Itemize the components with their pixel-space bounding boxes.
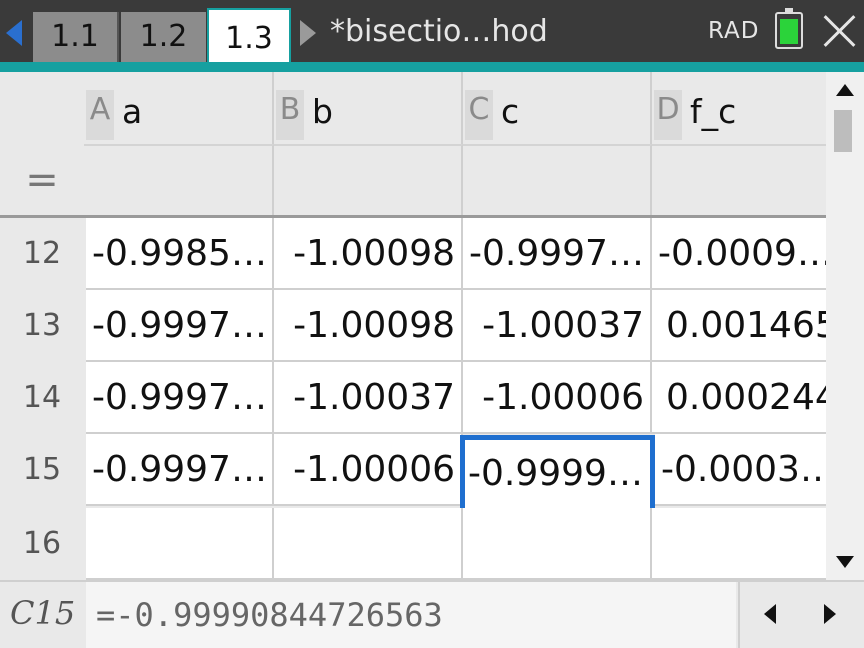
formula-cell-d[interactable] — [652, 144, 826, 217]
column-name: b — [312, 92, 333, 131]
column-header-d[interactable]: D f_c — [652, 72, 826, 144]
cell-reference: C15 — [10, 594, 76, 632]
spreadsheet-grid: A a B b C c D f_c = 12 -0.9985… -1.00098… — [0, 72, 826, 580]
cell-a16[interactable] — [86, 508, 274, 580]
cell-c13[interactable]: -1.00037 — [463, 290, 652, 362]
cell-a13[interactable]: -0.9997… — [86, 290, 274, 362]
entry-line: C15 — [0, 580, 864, 648]
column-name: f_c — [690, 92, 737, 131]
column-header-b[interactable]: B b — [274, 72, 463, 144]
row-number[interactable]: 13 — [0, 290, 84, 362]
cell-b14[interactable]: -1.00037 — [274, 362, 463, 434]
row-number[interactable]: 16 — [0, 508, 84, 580]
cell-d13[interactable]: 0.001465 — [652, 290, 826, 362]
column-letter: A — [86, 90, 114, 140]
column-letter: B — [276, 90, 304, 140]
formula-cell-a[interactable] — [84, 144, 274, 217]
formula-cell-b[interactable] — [274, 144, 463, 217]
tab-left-arrow-icon[interactable] — [6, 20, 22, 46]
cell-c16[interactable] — [463, 508, 652, 580]
cell-a12[interactable]: -0.9985… — [86, 218, 274, 290]
tab-1-3[interactable]: 1.3 — [207, 8, 291, 66]
scroll-up-icon[interactable] — [836, 84, 854, 96]
column-name: c — [501, 92, 520, 131]
cell-b15[interactable]: -1.00006 — [274, 434, 463, 506]
tab-1-2[interactable]: 1.2 — [121, 12, 206, 62]
scrollbar-thumb[interactable] — [834, 110, 852, 152]
tab-accent-line — [0, 62, 864, 72]
column-name: a — [122, 92, 143, 131]
cell-c15-selected[interactable]: -0.9999… — [460, 435, 655, 513]
entry-navigation — [738, 582, 864, 648]
entry-left-arrow-icon[interactable] — [764, 604, 776, 624]
document-title: *bisectio…hod — [330, 14, 548, 49]
cell-b13[interactable]: -1.00098 — [274, 290, 463, 362]
row-number[interactable]: 14 — [0, 362, 84, 434]
cell-d12[interactable]: -0.0009… — [652, 218, 826, 290]
row-number[interactable]: 12 — [0, 218, 84, 290]
cell-formula-input[interactable] — [86, 582, 736, 648]
formula-row-label: = — [25, 157, 59, 203]
cell-c12[interactable]: -0.9997… — [463, 218, 652, 290]
cell-d16[interactable] — [652, 508, 826, 580]
tab-right-arrow-icon[interactable] — [300, 20, 316, 46]
entry-right-arrow-icon[interactable] — [824, 604, 836, 624]
cell-d14[interactable]: 0.000244 — [652, 362, 826, 434]
cell-b12[interactable]: -1.00098 — [274, 218, 463, 290]
cell-a14[interactable]: -0.9997… — [86, 362, 274, 434]
cell-a15[interactable]: -0.9997… — [86, 434, 274, 506]
scroll-down-icon[interactable] — [836, 556, 854, 568]
close-icon[interactable] — [820, 10, 860, 50]
column-header-c[interactable]: C c — [463, 72, 652, 144]
cell-b16[interactable] — [274, 508, 463, 580]
column-letter: C — [465, 90, 493, 140]
formula-cell-c[interactable] — [463, 144, 652, 217]
cell-d15[interactable]: -0.0003… — [655, 434, 826, 506]
tab-1-1[interactable]: 1.1 — [33, 12, 119, 62]
angle-mode-indicator: RAD — [708, 18, 760, 44]
cell-c14[interactable]: -1.00006 — [463, 362, 652, 434]
column-letter: D — [654, 90, 682, 140]
top-tab-bar: 1.1 1.2 1.3 *bisectio…hod RAD — [0, 0, 864, 66]
battery-icon — [775, 8, 803, 49]
row-number[interactable]: 15 — [0, 434, 84, 506]
vertical-scrollbar[interactable] — [826, 72, 864, 580]
column-header-a[interactable]: A a — [84, 72, 274, 144]
